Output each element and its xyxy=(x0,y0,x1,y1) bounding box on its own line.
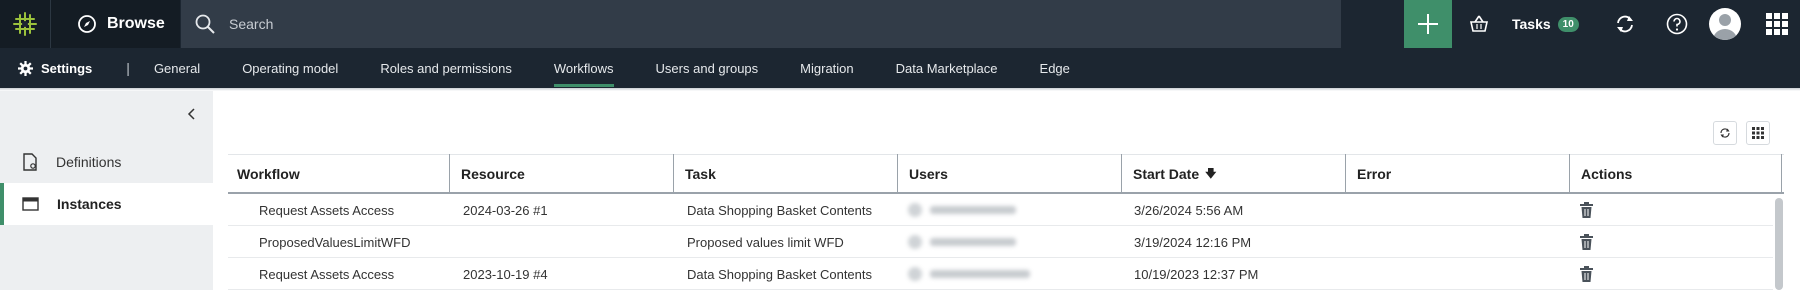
search-icon xyxy=(195,14,215,34)
instances-icon xyxy=(22,197,39,211)
start-date-cell: 3/19/2024 12:16 PM xyxy=(1134,234,1252,250)
delete-button[interactable] xyxy=(1580,194,1593,226)
column-label: Error xyxy=(1357,166,1392,182)
sidebar-item-definitions[interactable]: Definitions xyxy=(0,141,213,183)
resource-cell[interactable]: 2024-03-26 #1 xyxy=(463,194,548,226)
browse-button[interactable]: Browse xyxy=(50,0,180,48)
tab-users-and-groups[interactable]: Users and groups xyxy=(656,48,759,88)
tab-edge[interactable]: Edge xyxy=(1040,48,1070,88)
app-grid-icon xyxy=(1766,13,1788,35)
column-label: Resource xyxy=(461,166,525,182)
sidebar-item-instances[interactable]: Instances xyxy=(0,183,213,225)
redacted-user xyxy=(908,235,1016,249)
users-cell xyxy=(908,258,1030,290)
refresh-button[interactable] xyxy=(1713,121,1737,145)
user-avatar[interactable] xyxy=(1709,8,1741,40)
column-header-resource[interactable]: Resource xyxy=(452,154,674,194)
chevron-left-icon xyxy=(187,108,195,120)
table-scrollbar[interactable] xyxy=(1775,198,1783,290)
column-label: Workflow xyxy=(237,166,300,182)
trash-icon xyxy=(1580,234,1593,250)
column-settings-button[interactable] xyxy=(1746,121,1770,145)
start-date-cell: 3/26/2024 5:56 AM xyxy=(1134,202,1244,218)
users-cell xyxy=(908,194,1016,226)
table-row[interactable]: Request Assets Access 2023-10-19 #4 Data… xyxy=(228,258,1773,290)
trash-icon xyxy=(1580,202,1593,218)
gear-icon xyxy=(18,60,33,76)
column-label: Users xyxy=(909,166,948,182)
app-logo[interactable] xyxy=(0,0,50,48)
tab-roles-and-permissions[interactable]: Roles and permissions xyxy=(380,48,512,88)
column-header-error[interactable]: Error xyxy=(1348,154,1570,194)
workflow-cell[interactable]: ProposedValuesLimitWFD xyxy=(259,226,410,258)
tasks-count-badge: 10 xyxy=(1557,16,1579,32)
plus-icon xyxy=(1418,14,1438,34)
browse-label: Browse xyxy=(107,15,165,32)
tab-general[interactable]: General xyxy=(154,48,200,88)
tab-migration[interactable]: Migration xyxy=(800,48,853,88)
sync-icon xyxy=(1617,15,1633,33)
column-label: Task xyxy=(685,166,716,182)
tab-operating-model[interactable]: Operating model xyxy=(242,48,338,88)
delete-button[interactable] xyxy=(1580,226,1593,258)
definitions-icon xyxy=(23,153,37,171)
workflow-cell[interactable]: Request Assets Access xyxy=(259,194,394,226)
trash-icon xyxy=(1580,266,1593,282)
settings-nav: Settings | General Operating model Roles… xyxy=(0,48,1800,88)
collapse-sidebar-button[interactable] xyxy=(184,106,200,122)
task-cell[interactable]: Data Shopping Basket Contents xyxy=(687,258,872,290)
column-header-start-date[interactable]: Start Date 🡇 xyxy=(1124,154,1346,194)
create-button[interactable] xyxy=(1404,0,1452,48)
sidebar-item-label: Definitions xyxy=(56,154,122,170)
column-header-users[interactable]: Users xyxy=(900,154,1122,194)
sidebar-item-label: Instances xyxy=(57,196,122,212)
workflow-cell[interactable]: Request Assets Access xyxy=(259,258,394,290)
table-row[interactable]: Request Assets Access 2024-03-26 #1 Data… xyxy=(228,194,1773,226)
settings-label: Settings xyxy=(41,60,93,76)
redacted-user xyxy=(908,267,1030,281)
settings-title[interactable]: Settings xyxy=(0,60,93,76)
compass-icon xyxy=(78,15,96,33)
grid-icon xyxy=(1752,127,1764,139)
table-row[interactable]: ProposedValuesLimitWFD Proposed values l… xyxy=(228,226,1773,258)
nav-shadow xyxy=(0,88,1800,91)
refresh-icon xyxy=(1720,128,1730,138)
start-date-cell: 10/19/2023 12:37 PM xyxy=(1134,266,1259,282)
basket-button[interactable] xyxy=(1456,0,1502,48)
users-cell xyxy=(908,226,1016,258)
app-grid-button[interactable] xyxy=(1754,0,1800,48)
column-header-task[interactable]: Task xyxy=(676,154,898,194)
tab-data-marketplace[interactable]: Data Marketplace xyxy=(896,48,998,88)
help-icon xyxy=(1666,13,1688,35)
nav-separator: | xyxy=(126,60,130,76)
tab-workflows[interactable]: Workflows xyxy=(553,48,614,88)
help-button[interactable] xyxy=(1654,0,1700,48)
basket-icon xyxy=(1470,15,1488,32)
logo-icon xyxy=(13,12,37,36)
sidebar: Definitions Instances xyxy=(0,91,213,290)
resource-cell[interactable]: 2023-10-19 #4 xyxy=(463,258,548,290)
redacted-user xyxy=(908,203,1016,217)
tasks-label: Tasks xyxy=(1512,16,1551,32)
column-header-workflow[interactable]: Workflow xyxy=(228,154,450,194)
delete-button[interactable] xyxy=(1580,258,1593,290)
avatar-icon xyxy=(1713,14,1737,40)
column-header-actions[interactable]: Actions xyxy=(1572,154,1782,194)
search-input[interactable]: Search xyxy=(181,0,1341,48)
tasks-button[interactable]: Tasks 10 xyxy=(1512,0,1579,48)
column-label: Actions xyxy=(1581,166,1633,182)
column-label: Start Date xyxy=(1133,166,1200,182)
sort-descending-icon: 🡇 xyxy=(1205,167,1217,180)
task-cell[interactable]: Data Shopping Basket Contents xyxy=(687,194,872,226)
sync-button[interactable] xyxy=(1602,0,1648,48)
search-placeholder: Search xyxy=(229,16,274,32)
task-cell[interactable]: Proposed values limit WFD xyxy=(687,226,844,258)
